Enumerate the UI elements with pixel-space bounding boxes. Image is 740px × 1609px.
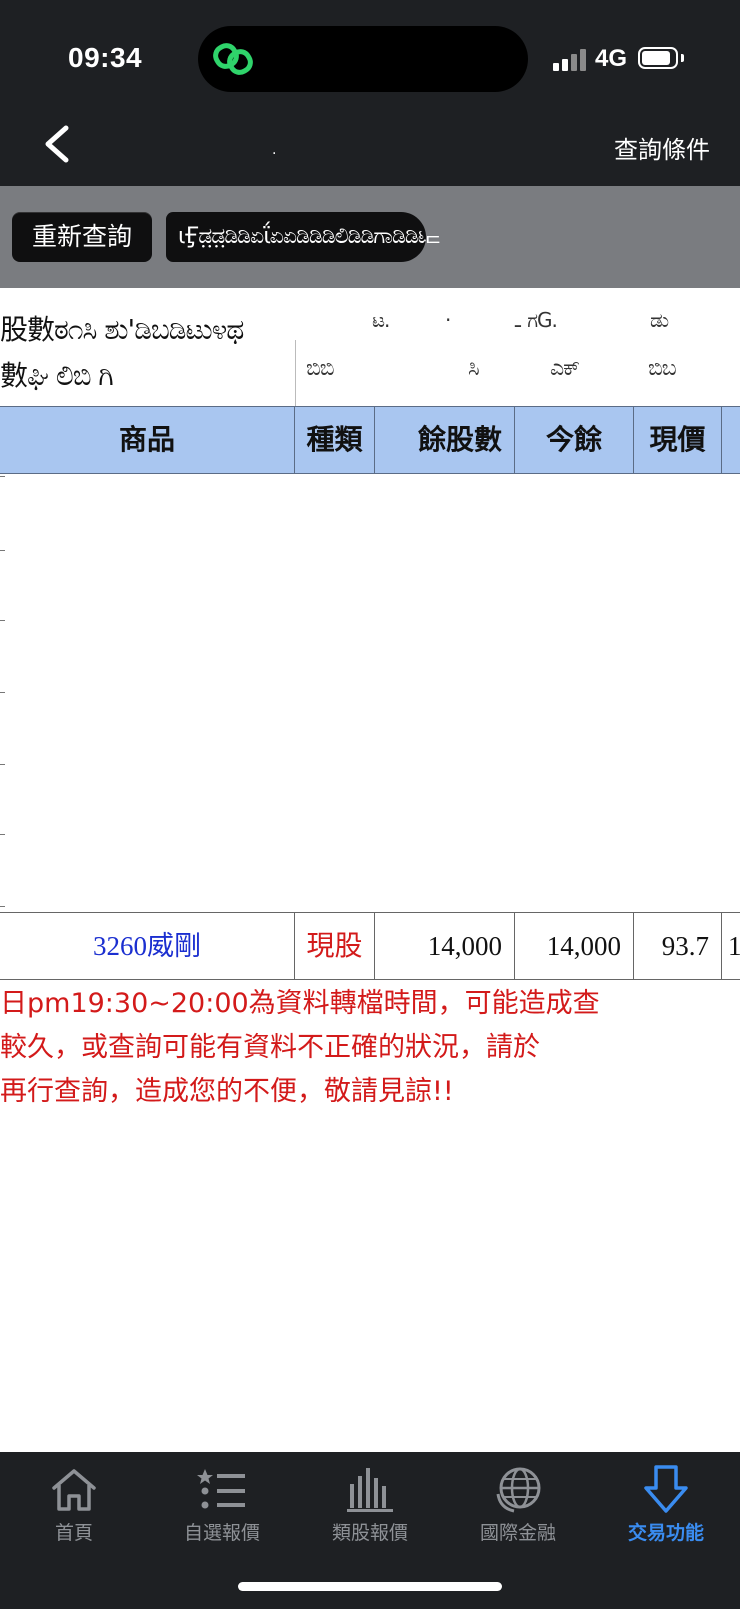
summary-row-2-label: 數ಘಿ ಲಿಬಿ ಗಿ bbox=[0, 359, 114, 392]
tab-watchlist-label: 自選報價 bbox=[183, 1522, 260, 1544]
row-tick bbox=[0, 476, 5, 477]
cell-remaining-shares: 14,000 bbox=[375, 913, 515, 979]
tab-home[interactable]: 首頁 bbox=[0, 1452, 148, 1562]
cell-today-remaining: 14,000 bbox=[515, 913, 634, 979]
summary-row-2-value-1: ಬಿಬಿ bbox=[306, 356, 335, 381]
header-product[interactable]: 商品 bbox=[0, 407, 295, 473]
globe-icon bbox=[496, 1467, 541, 1513]
home-icon bbox=[52, 1469, 96, 1511]
star-list-icon bbox=[197, 1469, 245, 1509]
header-remaining-shares[interactable]: 餘股數 bbox=[375, 407, 515, 473]
summary-row-2-value-4: ಬಿಬ bbox=[648, 356, 677, 381]
app-screen: 09:34 4G . 查詢條件 重新查詢 ιӺಡ಼ಡ಼ಡಿಡಿಏΐಏಏಡಿಡಿಡ… bbox=[0, 0, 740, 1609]
notice-line-3: 再行查詢，造成您的不便，敬請見諒!! bbox=[0, 1076, 454, 1107]
chevron-left-icon[interactable] bbox=[38, 122, 78, 166]
tab-home-label: 首頁 bbox=[54, 1522, 93, 1544]
tab-watchlist[interactable]: 自選報價 bbox=[148, 1452, 296, 1562]
down-arrow-icon bbox=[644, 1465, 688, 1513]
row-tick bbox=[0, 692, 5, 693]
header-extra bbox=[722, 407, 740, 473]
query-conditions-button[interactable]: 查詢條件 bbox=[614, 130, 710, 165]
row-tick bbox=[0, 620, 5, 621]
battery-icon bbox=[638, 47, 678, 69]
dynamic-island bbox=[198, 26, 528, 92]
row-tick bbox=[0, 550, 5, 551]
cell-product[interactable]: 3260威剛 bbox=[0, 913, 295, 979]
summary-row-1-value-4: ಡು bbox=[650, 308, 669, 332]
tab-sector-quotes[interactable]: 類股報價 bbox=[296, 1452, 444, 1562]
summary-row-2-value-3: ಎಕ್ bbox=[550, 356, 580, 381]
account-selector-tail: ᄃ bbox=[424, 232, 443, 256]
notice-line-2: 較久，或查詢可能有資料不正確的狀況，請於 bbox=[0, 1032, 540, 1063]
table-header: 商品 種類 餘股數 今餘 現價 bbox=[0, 406, 740, 474]
table-body-empty bbox=[0, 474, 740, 912]
tab-international-label: 國際金融 bbox=[479, 1522, 556, 1544]
page-title: . bbox=[272, 142, 277, 158]
row-tick bbox=[0, 834, 5, 835]
top-bar: 09:34 4G . 查詢條件 bbox=[0, 0, 740, 186]
maintenance-notice: 日pm19:30~20:00為資料轉檔時間，可能造成查 較久，或查詢可能有資料不… bbox=[0, 982, 740, 1114]
tab-international[interactable]: 國際金融 bbox=[444, 1452, 592, 1562]
summary-row-2-value-2: ಸಿ bbox=[468, 356, 480, 381]
notice-line-1: 日pm19:30~20:00為資料轉檔時間，可能造成查 bbox=[0, 988, 600, 1019]
row-tick bbox=[0, 906, 5, 907]
summary-row-1-label: 股數ಠ೧ಸಿ ಶು'ಡಿಬಡಿಟು೪ಥ bbox=[0, 313, 244, 346]
summary-row-1: 股數ಠ೧ಸಿ ಶು'ಡಿಬಡಿಟು೪ಥ ಟ. · ـ ಗG. ಡು bbox=[0, 308, 740, 348]
summary-row-1-value-3: ـ ಗG. bbox=[515, 308, 558, 332]
action-strip: 重新查詢 ιӺಡ಼ಡ಼ಡಿಡಿಏΐಏಏಡಿಡಿಡಿಲಿಡಿಡಿಗಾಡಿಡಿಟಿ bbox=[0, 186, 740, 288]
signal-bars-icon bbox=[553, 47, 589, 71]
tab-trading-label: 交易功能 bbox=[627, 1522, 704, 1544]
cell-extra: 1 bbox=[728, 931, 740, 961]
header-kind[interactable]: 種類 bbox=[295, 407, 375, 473]
bottom-tab-bar: 首頁 自選報價 類股報價 國際金融 交易功能 bbox=[0, 1452, 740, 1609]
row-tick bbox=[0, 764, 5, 765]
header-price[interactable]: 現價 bbox=[634, 407, 722, 473]
cell-kind: 現股 bbox=[295, 913, 375, 979]
summary-panel: 股數ಠ೧ಸಿ ಶು'ಡಿಬಡಿಟು೪ಥ ಟ. · ـ ಗG. ಡು 數ಘಿ ಲಿ… bbox=[0, 288, 740, 406]
requery-button[interactable]: 重新查詢 bbox=[12, 212, 152, 262]
network-type: 4G bbox=[595, 45, 628, 72]
link-chain-icon bbox=[213, 43, 253, 75]
table-row[interactable]: 3260威剛 現股 14,000 14,000 93.7 1 bbox=[0, 912, 740, 980]
summary-row-2: 數ಘಿ ಲಿಬಿ ಗಿ ಬಿಬಿ ಸಿ ಎಕ್ ಬಿಬ bbox=[0, 354, 740, 394]
bar-chart-icon bbox=[347, 1468, 393, 1512]
battery-tip bbox=[681, 54, 684, 62]
tab-trading[interactable]: 交易功能 bbox=[592, 1452, 740, 1562]
status-time: 09:34 bbox=[68, 42, 143, 73]
header-today-remaining[interactable]: 今餘 bbox=[515, 407, 634, 473]
summary-row-1-value-1: ಟ. bbox=[372, 308, 390, 332]
cell-price: 93.7 bbox=[634, 913, 722, 979]
account-selector[interactable]: ιӺಡ಼ಡ಼ಡಿಡಿಏΐಏಏಡಿಡಿಡಿಲಿಡಿಡಿಗಾಡಿಡಿಟಿ bbox=[166, 212, 426, 262]
summary-row-1-value-2: · bbox=[445, 308, 451, 332]
home-indicator[interactable] bbox=[238, 1582, 502, 1591]
tab-sector-quotes-label: 類股報價 bbox=[331, 1522, 408, 1544]
